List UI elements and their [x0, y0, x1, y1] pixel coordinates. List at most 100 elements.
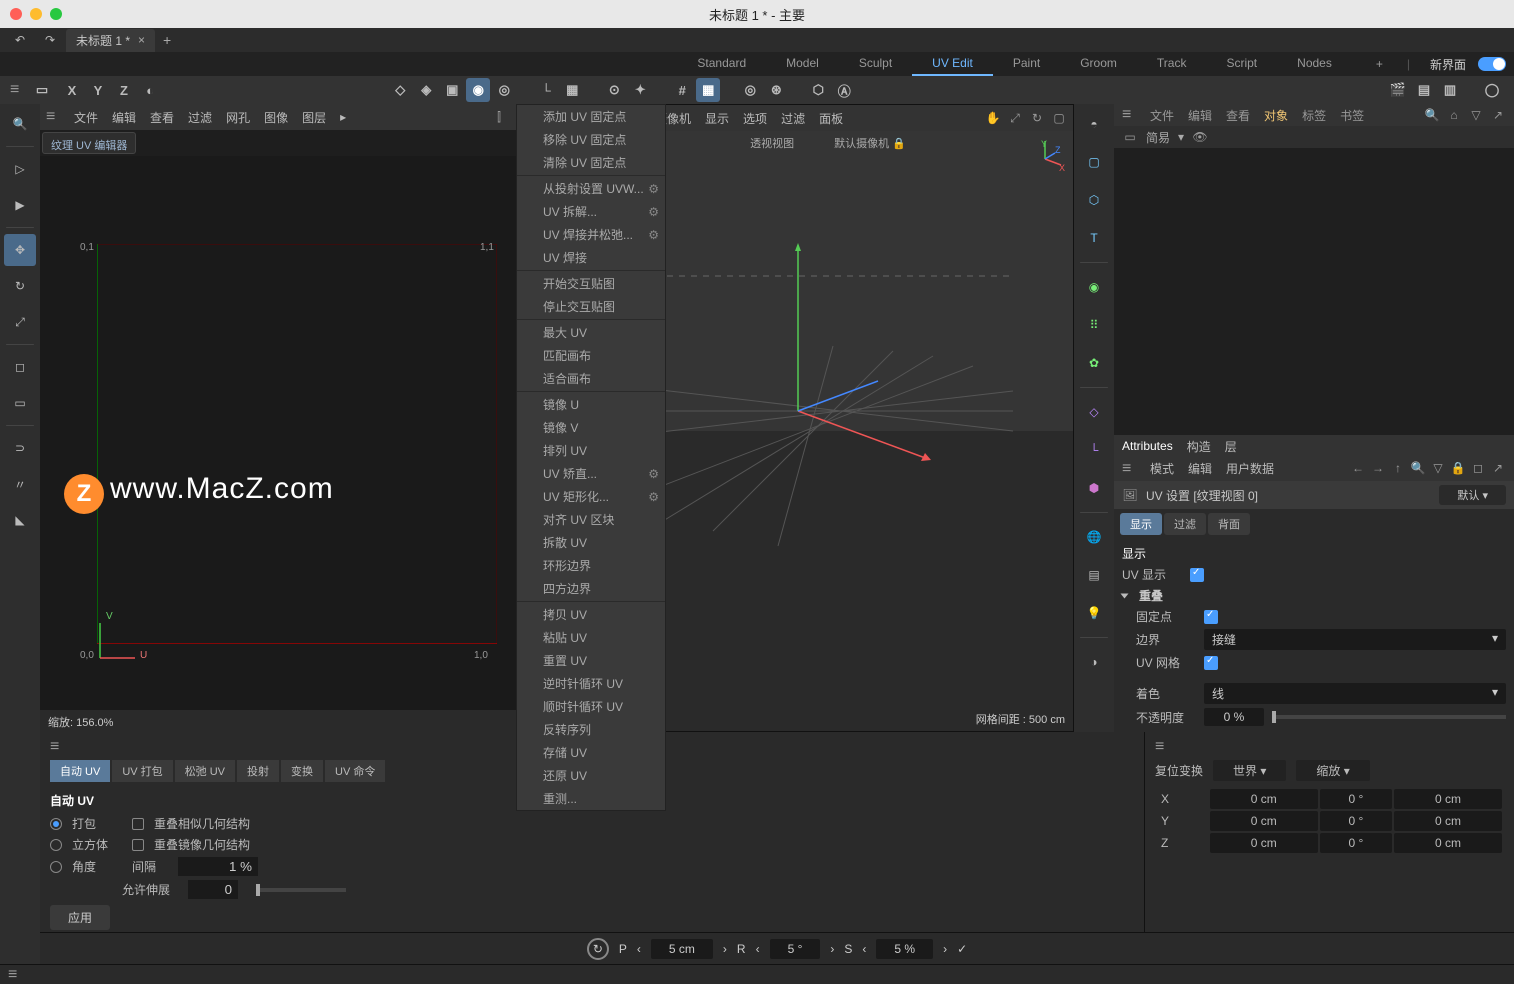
attr-nav-up-icon[interactable]: ↑: [1390, 460, 1406, 476]
menu-item[interactable]: UV 矫直...⚙: [517, 462, 665, 485]
nav-s-next[interactable]: ›: [943, 942, 947, 956]
r-icon-axis[interactable]: └: [1078, 434, 1110, 466]
om-home-icon[interactable]: ⌂: [1446, 107, 1462, 123]
add-layout-button[interactable]: +: [1356, 53, 1403, 75]
menu-item[interactable]: 移除 UV 固定点: [517, 128, 665, 151]
nav-s-field[interactable]: 5 %: [876, 939, 933, 959]
undo-button[interactable]: ↶: [6, 30, 34, 50]
attr-hamburger-icon[interactable]: [1122, 460, 1136, 478]
sel-mode-uv-icon[interactable]: ◉: [466, 78, 490, 102]
uv-menu-view[interactable]: 查看: [150, 109, 174, 126]
om-hamburger-icon[interactable]: [1122, 106, 1136, 124]
attr-opacity-slider[interactable]: [1272, 715, 1506, 719]
live-select-icon[interactable]: ▶: [4, 189, 36, 221]
uv-canvas[interactable]: 0,1 1,1 0,0 1,0 V U Z www.MacZ.com: [40, 156, 579, 710]
axis-y-button[interactable]: Y: [86, 78, 110, 102]
vp-zoom-icon[interactable]: ⤢: [1007, 110, 1023, 126]
menu-item[interactable]: 粘贴 UV: [517, 626, 665, 649]
hamburger-icon[interactable]: [10, 81, 24, 99]
r-icon-light[interactable]: ◉: [1078, 271, 1110, 303]
menu-item[interactable]: 适合画布: [517, 367, 665, 390]
layout-tab-paint[interactable]: Paint: [993, 52, 1060, 76]
uv-unwrap-tab[interactable]: 投射: [237, 760, 279, 782]
r-icon-globe[interactable]: 🌐: [1078, 521, 1110, 553]
snap-icon[interactable]: ⊙: [602, 78, 626, 102]
menu-item[interactable]: 开始交互贴图: [517, 272, 665, 295]
rotate-tool-icon[interactable]: ↻: [4, 270, 36, 302]
attr-tab-layer[interactable]: 层: [1225, 438, 1237, 455]
r-icon-camera[interactable]: ◓: [1078, 108, 1110, 140]
vp-menu-options[interactable]: 选项: [743, 110, 767, 127]
uv-histogram-icon[interactable]: ⫿: [491, 109, 507, 125]
uv-menu-hamburger-icon[interactable]: [46, 108, 60, 126]
online-help-icon[interactable]: ◯: [1480, 78, 1504, 102]
menu-item[interactable]: 反转序列: [517, 718, 665, 741]
om-mode-dropdown-icon[interactable]: ▾: [1178, 130, 1184, 144]
r-icon-stack[interactable]: ▤: [1078, 559, 1110, 591]
attr-uvdisplay-check[interactable]: [1190, 568, 1204, 582]
vp-menu-panel[interactable]: 面板: [819, 110, 843, 127]
cube-radio[interactable]: [50, 839, 62, 851]
gap-input[interactable]: [178, 857, 258, 876]
menu-item[interactable]: 拷贝 UV: [517, 603, 665, 626]
file-open-icon[interactable]: ▭: [30, 78, 54, 102]
ovgeo-check[interactable]: [132, 818, 144, 830]
move-tool-icon[interactable]: ✥: [4, 234, 36, 266]
magnet-tool-icon[interactable]: ⊃: [4, 432, 36, 464]
attr-vtab-back[interactable]: 背面: [1208, 513, 1250, 535]
ovmirror-check[interactable]: [132, 839, 144, 851]
r-icon-bulb[interactable]: 💡: [1078, 597, 1110, 629]
status-hamburger-icon[interactable]: [8, 966, 22, 984]
menu-item[interactable]: UV 矩形化...⚙: [517, 485, 665, 508]
om-tab-edit[interactable]: 编辑: [1188, 107, 1212, 124]
uv-menu-more-icon[interactable]: ▸: [340, 110, 346, 124]
angle-radio[interactable]: [50, 861, 62, 873]
uv-unwrap-tab[interactable]: 变换: [281, 760, 323, 782]
r-icon-text[interactable]: T: [1078, 222, 1110, 254]
menu-item[interactable]: 从投射设置 UVW...⚙: [517, 177, 665, 200]
layout-tab-nodes[interactable]: Nodes: [1277, 52, 1352, 76]
layout-toggle[interactable]: [1478, 57, 1506, 71]
sel-mode-edge-icon[interactable]: ◈: [414, 78, 438, 102]
coord-rot-field[interactable]: 0 °: [1320, 833, 1392, 853]
coord-pos-field[interactable]: 0 cm: [1210, 833, 1318, 853]
menu-item[interactable]: 四方边界: [517, 577, 665, 600]
attr-pin-check[interactable]: [1204, 610, 1218, 624]
menu-item[interactable]: UV 焊接并松弛...⚙: [517, 223, 665, 246]
menu-item[interactable]: 对齐 UV 区块: [517, 508, 665, 531]
uvpanel-hamburger-icon[interactable]: [50, 738, 64, 756]
vp-menu-display[interactable]: 显示: [705, 110, 729, 127]
coord-world-select[interactable]: 世界 ▾: [1213, 760, 1286, 781]
axis-x-button[interactable]: X: [60, 78, 84, 102]
vp-menu-filter[interactable]: 过滤: [781, 110, 805, 127]
uv-unwrap-tab[interactable]: 松弛 UV: [175, 760, 235, 782]
document-tab[interactable]: 未标题 1 * ×: [66, 29, 155, 52]
r-icon-tag[interactable]: ◇: [1078, 396, 1110, 428]
attr-uvmesh-check[interactable]: [1204, 656, 1218, 670]
layout-tab-groom[interactable]: Groom: [1060, 52, 1137, 76]
menu-item[interactable]: 添加 UV 固定点: [517, 105, 665, 128]
nav-s-prev[interactable]: ‹: [862, 942, 866, 956]
coord-reset-button[interactable]: 复位变换: [1155, 762, 1203, 779]
stretch-slider[interactable]: [256, 888, 346, 892]
box-select-icon[interactable]: ◻: [4, 351, 36, 383]
om-body[interactable]: [1114, 148, 1514, 435]
apply-button[interactable]: 应用: [50, 905, 110, 930]
uv-unwrap-tab[interactable]: UV 命令: [325, 760, 385, 782]
menu-item[interactable]: 镜像 U: [517, 393, 665, 416]
attr-nav-fwd-icon[interactable]: →: [1370, 460, 1386, 476]
axis-world-icon[interactable]: ◐: [138, 78, 162, 102]
workplane-icon[interactable]: └: [534, 78, 558, 102]
r-icon-material[interactable]: ◑: [1078, 646, 1110, 678]
layout-tab-sculpt[interactable]: Sculpt: [839, 52, 912, 76]
layout-tab-track[interactable]: Track: [1137, 52, 1207, 76]
om-tab-tags[interactable]: 标签: [1302, 107, 1326, 124]
om-mode-label[interactable]: 简易: [1146, 129, 1170, 146]
attr-boundary-select[interactable]: 接缝▾: [1204, 629, 1506, 650]
nav-r-next[interactable]: ›: [830, 942, 834, 956]
coord-scale-select[interactable]: 缩放 ▾: [1296, 760, 1369, 781]
attr-tab-structure[interactable]: 构造: [1187, 438, 1211, 455]
nav-play-icon[interactable]: ↻: [587, 938, 609, 960]
menu-item[interactable]: 逆时针循环 UV: [517, 672, 665, 695]
vp-pan-icon[interactable]: ✋: [985, 110, 1001, 126]
